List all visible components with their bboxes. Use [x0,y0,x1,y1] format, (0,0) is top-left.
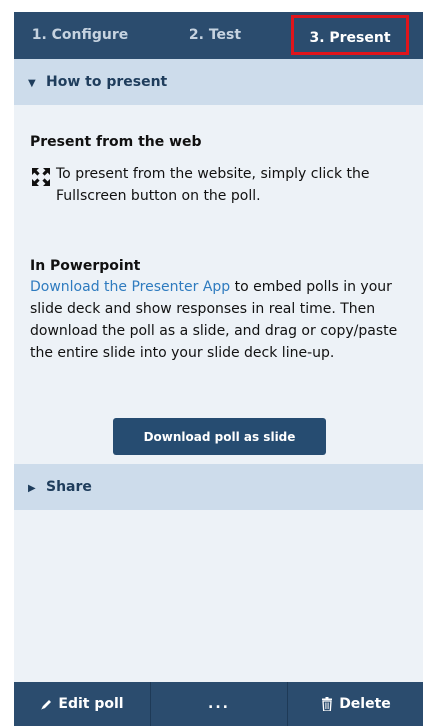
edit-poll-button[interactable]: Edit poll [14,682,150,726]
fullscreen-icon [32,168,50,186]
more-options-button[interactable]: ... [151,682,287,726]
download-poll-slide-button[interactable]: Download poll as slide [113,418,326,455]
share-header[interactable]: ▶ Share [14,464,423,510]
how-to-present-title: How to present [46,74,168,90]
powerpoint-instructions: Download the Presenter App to embed poll… [30,276,410,364]
trash-icon [322,697,333,711]
caret-down-icon: ▼ [28,78,36,89]
share-title: Share [46,479,92,495]
how-to-present-header[interactable]: ▼ How to present [14,59,423,105]
tab-present[interactable]: 3. Present [291,15,409,55]
how-to-present-content: Present from the web To present from the… [14,105,423,464]
powerpoint-heading: In Powerpoint [30,258,141,274]
tab-configure[interactable]: 1. Configure [14,12,146,59]
edit-poll-label: Edit poll [58,696,124,712]
tab-test[interactable]: 2. Test [146,12,284,59]
present-panel: 1. Configure 2. Test 3. Present ▼ How to … [14,12,423,726]
footer-toolbar: Edit poll ... Delete [14,682,423,726]
caret-right-icon: ▶ [28,483,36,494]
web-instructions: To present from the website, simply clic… [56,166,370,204]
web-heading: Present from the web [30,134,202,150]
delete-label: Delete [339,696,391,712]
pencil-icon [41,700,52,710]
tab-bar: 1. Configure 2. Test 3. Present [14,12,423,59]
delete-button[interactable]: Delete [288,682,423,726]
presenter-app-link[interactable]: Download the Presenter App [30,279,230,295]
